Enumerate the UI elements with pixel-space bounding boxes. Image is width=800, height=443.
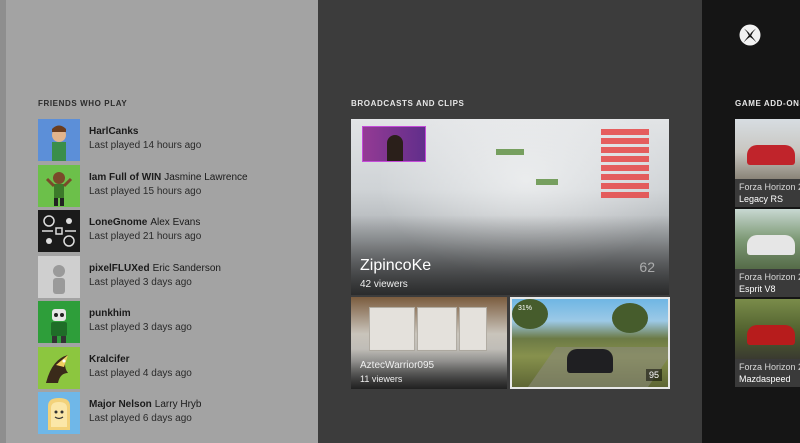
- clip-tile[interactable]: AztecWarrior095 11 viewers: [351, 297, 507, 389]
- car: [567, 349, 613, 373]
- car: [747, 235, 795, 255]
- friend-item-iam-full-of-win[interactable]: Iam Full of WIN Jasmine Lawrence Last pla…: [38, 164, 248, 211]
- progress-readout: 31%: [518, 305, 533, 312]
- avatar: [38, 210, 80, 252]
- friends-section-title: FRIENDS WHO PLAY: [38, 99, 128, 108]
- last-played: Last played 21 hours ago: [89, 231, 202, 242]
- gamertag: Iam Full of WIN: [89, 171, 162, 183]
- friend-list: HarlCanks Last played 14 hours ago Iam F…: [38, 119, 248, 438]
- car: [747, 145, 795, 165]
- last-played: Last played 14 hours ago: [89, 140, 202, 151]
- real-name: Eric Sanderson: [152, 262, 221, 274]
- broadcasts-panel: BROADCASTS AND CLIPS ZipincoKe 42 viewer…: [318, 0, 702, 443]
- streamer-webcam: [362, 126, 426, 162]
- gamertag: punkhim: [89, 308, 131, 319]
- avatar: [38, 301, 80, 343]
- addon-name: Legacy RS: [739, 194, 784, 204]
- avatar: [38, 255, 80, 298]
- speedometer: 95: [645, 369, 662, 381]
- real-name: Jasmine Lawrence: [164, 171, 248, 183]
- friend-item-lonegnome[interactable]: LoneGnome Alex Evans Last played 21 hours…: [38, 210, 248, 256]
- broadcaster-name: AztecWarrior095: [360, 360, 435, 371]
- gamertag: Kralcifer: [89, 353, 130, 365]
- real-name: Larry Hryb: [154, 399, 202, 410]
- avatar: [38, 392, 80, 434]
- friend-item-pixelfluxed[interactable]: pixelFLUXed Eric Sanderson Last played 3 …: [38, 255, 248, 302]
- addon-game: Forza Horizon 2: [739, 182, 800, 192]
- viewer-count: 42 viewers: [360, 279, 408, 290]
- last-played: Last played 3 days ago: [89, 322, 192, 333]
- avatar: [38, 164, 80, 207]
- featured-broadcast[interactable]: ZipincoKe 42 viewers 62: [351, 119, 669, 295]
- viewer-count: 11 viewers: [360, 374, 403, 384]
- addon-game: Forza Horizon 2: [739, 272, 800, 282]
- xbox-logo-icon: [739, 24, 761, 46]
- real-name: Alex Evans: [150, 217, 201, 228]
- broadcasts-section-title: BROADCASTS AND CLIPS: [351, 99, 465, 108]
- friend-item-kralcifer[interactable]: Kralcifer Last played 4 days ago: [38, 346, 248, 393]
- last-played: Last played 6 days ago: [89, 413, 192, 424]
- addon-name: Mazdaspeed: [739, 374, 791, 384]
- addon-game: Forza Horizon 2: [739, 362, 800, 372]
- friend-item-harlcanks[interactable]: HarlCanks Last played 14 hours ago: [38, 119, 248, 165]
- broadcaster-name: ZipincoKe: [360, 257, 432, 274]
- friends-panel: FRIENDS WHO PLAY HarlCanks Last played 1…: [0, 0, 318, 443]
- last-played: Last played 3 days ago: [89, 276, 192, 288]
- friend-item-punkhim[interactable]: punkhim Last played 3 days ago: [38, 301, 248, 347]
- addon-tile[interactable]: Forza Horizon 2 Esprit V8: [735, 209, 800, 297]
- avatar: [38, 346, 80, 389]
- addon-name: Esprit V8: [739, 284, 776, 294]
- addons-panel: GAME ADD-ONS Forza Horizon 2 Legacy RS F…: [702, 0, 800, 443]
- hud-overlay: [601, 129, 649, 201]
- last-played: Last played 15 hours ago: [89, 185, 202, 197]
- speedometer: 62: [639, 259, 655, 275]
- car: [747, 325, 795, 345]
- gamertag: LoneGnome: [89, 217, 148, 228]
- gamertag: pixelFLUXed: [89, 262, 150, 274]
- gamertag: HarlCanks: [89, 126, 139, 137]
- clip-tile-selected[interactable]: 31% 95: [510, 297, 670, 389]
- addon-tile[interactable]: Forza Horizon 2 Mazdaspeed: [735, 299, 800, 387]
- gamertag: Major Nelson: [89, 399, 152, 410]
- addons-section-title: GAME ADD-ONS: [735, 99, 800, 108]
- avatar: [38, 119, 80, 161]
- addon-tile[interactable]: Forza Horizon 2 Legacy RS: [735, 119, 800, 207]
- friend-item-major-nelson[interactable]: Major Nelson Larry Hryb Last played 6 day…: [38, 392, 248, 438]
- last-played: Last played 4 days ago: [89, 367, 192, 379]
